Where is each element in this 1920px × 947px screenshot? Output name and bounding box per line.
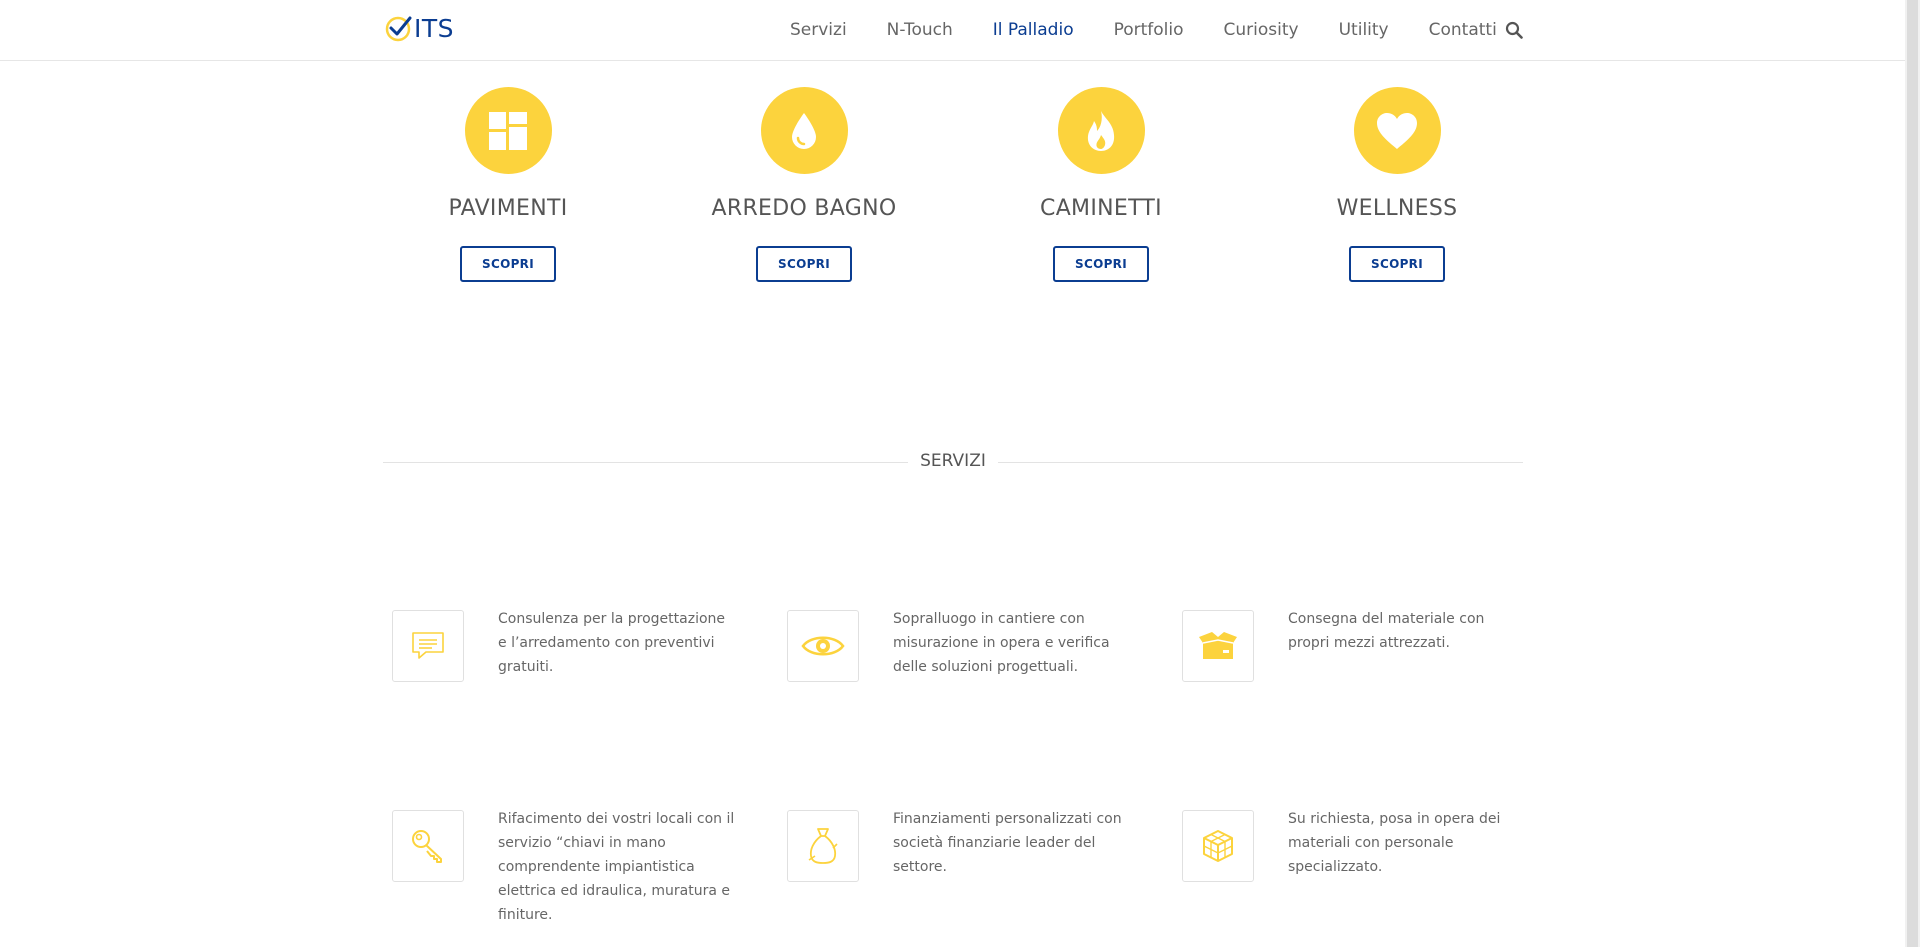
scopri-button-arredo-bagno[interactable]: SCOPRI — [756, 246, 852, 282]
category-pavimenti: PAVIMENTI SCOPRI — [383, 87, 633, 282]
scrollbar-thumb[interactable] — [1907, 0, 1918, 947]
service-icon-box — [1182, 810, 1254, 882]
category-title: ARREDO BAGNO — [711, 196, 897, 221]
nav-item-il-palladio[interactable]: Il Palladio — [993, 20, 1074, 40]
category-icon-circle — [464, 87, 552, 174]
service-icon-box — [1182, 610, 1254, 682]
service-text: Consegna del materiale con propri mezzi … — [1288, 611, 1485, 651]
category-icon-circle — [1353, 87, 1441, 174]
category-title: PAVIMENTI — [448, 196, 568, 221]
main-nav: Servizi N-Touch Il Palladio Portfolio Cu… — [790, 0, 1537, 60]
category-title: WELLNESS — [1336, 196, 1458, 221]
tiles-icon — [489, 111, 527, 150]
chat-bubble-icon — [412, 632, 444, 659]
category-title: CAMINETTI — [1040, 196, 1162, 221]
scopri-button-wellness[interactable]: SCOPRI — [1349, 246, 1445, 282]
category-arredo-bagno: ARREDO BAGNO SCOPRI — [679, 87, 929, 282]
open-box-icon — [1199, 632, 1237, 659]
site-logo[interactable]: ITS — [385, 14, 454, 42]
page-scrollbar[interactable] — [1905, 0, 1920, 947]
category-icon-circle — [1057, 87, 1145, 174]
service-text: Consulenza per la progettazione e l’arre… — [498, 611, 726, 675]
nav-item-contatti[interactable]: Contatti — [1429, 20, 1497, 40]
check-circle-logo-icon — [385, 16, 412, 42]
scopri-button-caminetti[interactable]: SCOPRI — [1053, 246, 1149, 282]
service-text: Finanziamenti personalizzati con società… — [893, 811, 1122, 875]
service-icon-box — [392, 610, 464, 682]
service-icon-box — [787, 610, 859, 682]
category-caminetti: CAMINETTI SCOPRI — [976, 87, 1226, 282]
eye-icon — [801, 636, 845, 656]
cube-icon — [1203, 830, 1233, 862]
money-bag-icon — [808, 828, 838, 864]
water-drop-icon — [792, 112, 816, 149]
scopri-button-pavimenti[interactable]: SCOPRI — [460, 246, 556, 282]
key-icon — [412, 830, 442, 863]
nav-item-utility[interactable]: Utility — [1339, 20, 1389, 40]
category-wellness: WELLNESS SCOPRI — [1272, 87, 1522, 282]
heart-icon — [1377, 112, 1417, 149]
logo-text: ITS — [414, 13, 455, 43]
fire-icon — [1087, 110, 1115, 151]
nav-item-curiosity[interactable]: Curiosity — [1224, 20, 1299, 40]
servizi-section-heading: SERVIZI — [383, 451, 1523, 471]
site-header: ITS Servizi N-Touch Il Palladio Portfoli… — [0, 0, 1905, 61]
nav-item-n-touch[interactable]: N-Touch — [887, 20, 953, 40]
service-text: Rifacimento dei vostri locali con il ser… — [498, 811, 735, 923]
nav-item-servizi[interactable]: Servizi — [790, 20, 847, 40]
nav-item-portfolio[interactable]: Portfolio — [1114, 20, 1184, 40]
service-text: Sopralluogo in cantiere con misurazione … — [893, 611, 1110, 675]
service-text: Su richiesta, posa in opera dei material… — [1288, 811, 1501, 875]
service-icon-box — [787, 810, 859, 882]
search-icon[interactable] — [1505, 21, 1523, 39]
category-icon-circle — [760, 87, 848, 174]
section-title: SERVIZI — [908, 451, 998, 471]
service-icon-box — [392, 810, 464, 882]
